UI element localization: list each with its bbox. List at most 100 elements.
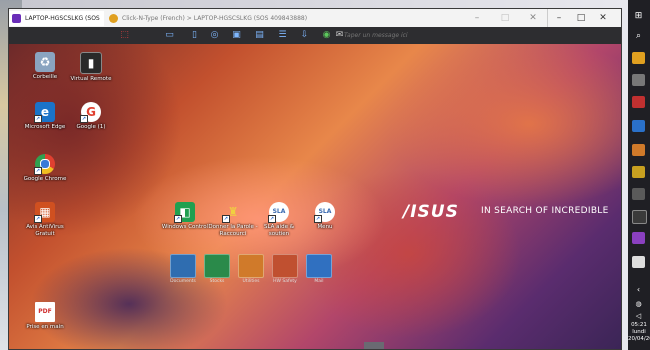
desktop-icon-google-chrome[interactable]: ↗ Google Chrome [19,154,71,183]
desktop-icon-label: Virtual Remote [70,76,112,82]
display-icon[interactable]: ▭ [164,30,175,41]
remote-session-icon[interactable] [632,232,645,244]
pinned-tile-hw-safety[interactable]: HW Safety [271,254,299,284]
pinned-tile-utilities[interactable]: Utilities [237,254,265,284]
windows-start-icon[interactable]: ⊞ [632,10,645,22]
status-icon[interactable]: ◉ [321,30,332,41]
edge-icon: e ↗ [34,102,55,123]
stocks-icon [204,254,230,278]
desktop-icon-donner-la-parole[interactable]: ♜ ↗ Donner la Parole - Raccourci [207,202,259,238]
app-icon[interactable] [632,210,647,224]
hw-safety-icon [272,254,298,278]
file-explorer-icon[interactable] [632,52,645,64]
shortcut-arrow-icon: ↗ [314,215,322,223]
shortcut-arrow-icon: ↗ [34,167,42,175]
desktop-icon-label: Windows Control [161,224,209,230]
tile-label: HW Safety [273,279,297,284]
desktop-icon-sla-aide[interactable]: SLA ↗ SLA aide & soutien [253,202,305,238]
file-transfer-icon[interactable]: ⇩ [299,30,310,41]
volume-icon[interactable]: ◁ [632,310,645,322]
virtual-remote-icon: ▮ [80,52,102,74]
desktop-icon-label: Corbeille [32,74,58,80]
tab-remote-session[interactable]: LAPTOP-HGSCSLKG (SOS [9,11,104,26]
tile-label: Mail [314,279,324,284]
desktop-icon-label: Avis AntiVirus Gratuit [26,224,64,237]
recycle-bin-icon: ♻ [35,52,55,72]
remote-session-window: LAPTOP-HGSCSLKG (SOS Click-N-Type (Frenc… [8,8,622,350]
keyboard-icon[interactable]: ▯ [189,30,200,41]
remote-toolbar: ⬚ ▭ ▯ ◎ ▣ ▤ ☰ ⇩ ◉ ✉ [9,27,621,44]
shortcut-arrow-icon: ↗ [174,215,182,223]
utilities-icon [238,254,264,278]
fullscreen-icon[interactable]: ▣ [231,30,242,41]
desktop-icon-prise-en-main[interactable]: PDF Prise en main [19,302,71,331]
windows-control-icon: ◧ ↗ [174,202,195,223]
settings-icon[interactable]: ☰ [277,30,288,41]
desktop-icon-windows-control[interactable]: ◧ ↗ Windows Control [159,202,211,231]
message-input[interactable] [344,30,494,41]
mail-icon [306,254,332,278]
screenshot-icon[interactable]: ⬚ [119,30,130,41]
chrome-icon: ↗ [34,154,55,175]
shortcut-arrow-icon: ↗ [268,215,276,223]
desktop-icon-microsoft-edge[interactable]: e ↗ Microsoft Edge [19,102,71,131]
tab-label: Click-N-Type (French) > LAPTOP-HGSCSLKG … [122,15,308,22]
documents-icon [170,254,196,278]
menu-icon: SLA ↗ [314,202,335,223]
folder-icon[interactable] [632,166,645,178]
shortcut-arrow-icon: ↗ [80,115,88,123]
asus-tagline: IN SEARCH OF INCREDIBLE [481,206,609,216]
desktop-icon-label: Microsoft Edge [24,124,66,130]
pinned-tile-stocks[interactable]: Stocks [203,254,231,284]
tab-click-n-type[interactable]: Click-N-Type (French) > LAPTOP-HGSCSLKG … [106,11,386,26]
clock-time: 05:21 [631,322,647,328]
desktop-icon-menu[interactable]: SLA ↗ Menu [299,202,351,231]
skype-icon[interactable] [632,120,645,132]
shortcut-arrow-icon: ↗ [34,115,42,123]
remote-desktop: ♻ Corbeille ▮ Virtual Remote e ↗ Microsof… [9,44,621,349]
view-icon[interactable]: ◎ [209,30,220,41]
app-icon[interactable] [632,188,645,200]
pdf-icon: PDF [35,302,55,322]
tab-label: LAPTOP-HGSCSLKG (SOS [25,15,100,22]
desktop-icon-label: Menu [317,224,333,230]
pinned-tile-documents[interactable]: Documents [169,254,197,284]
shortcut-arrow-icon: ↗ [34,215,42,223]
desktop-icon-label: Google (1) [76,124,106,130]
scroll-handle[interactable] [364,342,384,349]
sla-aide-icon: SLA ↗ [268,202,289,223]
antivirus-icon: ▦ ↗ [34,202,55,223]
clock-date: 20/04/20 [628,336,650,342]
close-button[interactable]: ✕ [583,9,623,27]
google-icon: G ↗ [80,102,101,123]
search-icon[interactable]: ⌕ [632,30,645,42]
shortcut-arrow-icon: ↗ [222,215,230,223]
app-icon[interactable] [632,144,645,156]
network-icon[interactable]: ◍ [632,298,645,310]
app-icon[interactable] [632,74,645,86]
desktop-icon-google[interactable]: G ↗ Google (1) [65,102,117,131]
click-n-type-icon [109,14,118,23]
app-icon[interactable] [632,96,645,108]
system-icon[interactable]: ▤ [254,30,265,41]
clock-day: lundi [632,329,646,335]
notes-icon[interactable] [632,256,645,268]
tile-label: Documents [170,279,196,284]
asus-logo: /ISUS [403,202,459,222]
session-icon [12,14,21,23]
desktop-icon-virtual-remote[interactable]: ▮ Virtual Remote [65,52,117,83]
donner-la-parole-icon: ♜ ↗ [222,205,239,223]
pinned-tile-mail[interactable]: Mail [305,254,333,284]
desktop-icon-label: SLA aide & soutien [263,224,294,237]
title-bar: LAPTOP-HGSCSLKG (SOS Click-N-Type (Frenc… [9,9,621,27]
desktop-icon-corbeille[interactable]: ♻ Corbeille [19,52,71,81]
desktop-icon-antivirus[interactable]: ▦ ↗ Avis AntiVirus Gratuit [19,202,71,238]
tile-label: Utilities [242,279,260,284]
chevron-up-icon[interactable]: ‹ [632,284,645,296]
desktop-icon-label: Google Chrome [23,176,67,182]
tile-label: Stocks [209,279,225,284]
desktop-icon-label: Prise en main [26,324,64,330]
host-taskbar: ⊞ ⌕ ‹ ◍ ◁ [628,0,650,350]
desktop-icon-label: Donner la Parole - Raccourci [208,224,258,237]
host-clock[interactable]: 05:21 lundi 20/04/20 [628,322,650,343]
